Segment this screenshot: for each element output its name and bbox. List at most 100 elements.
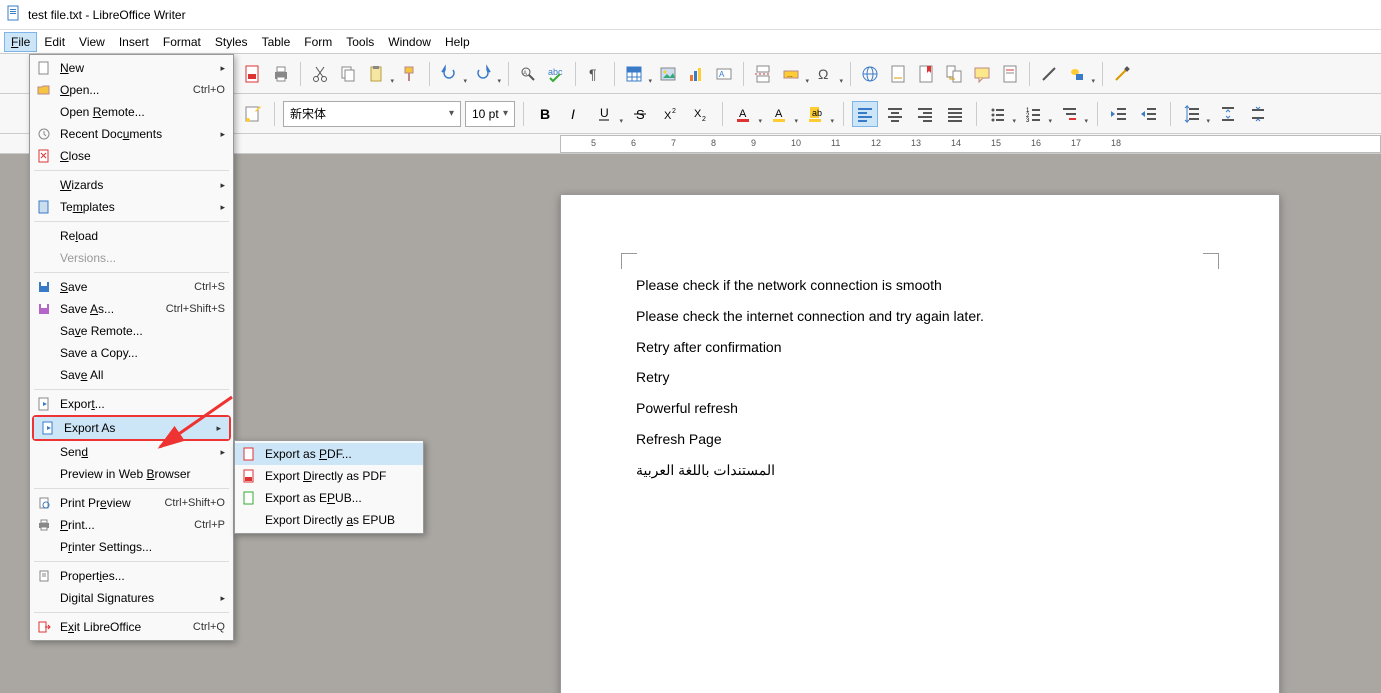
clone-formatting-icon[interactable]: [397, 61, 423, 87]
cut-icon[interactable]: [307, 61, 333, 87]
align-right-icon[interactable]: [912, 101, 938, 127]
menu-save-all[interactable]: Save All: [30, 364, 233, 386]
menu-save[interactable]: SaveCtrl+S: [30, 276, 233, 298]
track-changes-icon[interactable]: [997, 61, 1023, 87]
menu-table[interactable]: Table: [255, 32, 298, 52]
text-line[interactable]: Refresh Page: [636, 424, 1204, 455]
submenu-export-epub[interactable]: Export as EPUB...: [235, 487, 423, 509]
menu-reload[interactable]: Reload: [30, 225, 233, 247]
menu-versions[interactable]: Versions...: [30, 247, 233, 269]
menu-save-as[interactable]: Save As...Ctrl+Shift+S: [30, 298, 233, 320]
menu-close[interactable]: Close: [30, 145, 233, 167]
align-left-icon[interactable]: [852, 101, 878, 127]
font-name-combo[interactable]: 新宋体: [283, 101, 461, 127]
submenu-export-epub-direct[interactable]: Export Directly as EPUB: [235, 509, 423, 531]
footnote-icon[interactable]: [885, 61, 911, 87]
text-line-rtl[interactable]: المستندات باللغة العربية: [636, 455, 1204, 486]
paste-icon[interactable]: [363, 61, 389, 87]
insert-image-icon[interactable]: [655, 61, 681, 87]
menu-save-remote[interactable]: Save Remote...: [30, 320, 233, 342]
align-center-icon[interactable]: [882, 101, 908, 127]
bookmark-icon[interactable]: [913, 61, 939, 87]
undo-icon[interactable]: [436, 61, 462, 87]
menu-properties[interactable]: Properties...: [30, 565, 233, 587]
menu-open[interactable]: Open...Ctrl+O: [30, 79, 233, 101]
line-spacing-icon[interactable]: [1179, 101, 1205, 127]
text-line[interactable]: Powerful refresh: [636, 393, 1204, 424]
italic-icon[interactable]: I: [562, 101, 588, 127]
menu-open-remote[interactable]: Open Remote...: [30, 101, 233, 123]
menu-printer-settings[interactable]: Printer Settings...: [30, 536, 233, 558]
page-content[interactable]: Please check if the network connection i…: [561, 195, 1279, 561]
menu-tools[interactable]: Tools: [339, 32, 381, 52]
menu-wizards[interactable]: Wizards▸: [30, 174, 233, 196]
menu-export-as[interactable]: Export As▸: [34, 417, 229, 439]
menu-styles[interactable]: Styles: [208, 32, 255, 52]
menu-format[interactable]: Format: [156, 32, 208, 52]
redo-icon[interactable]: [470, 61, 496, 87]
menu-recent[interactable]: Recent Documents▸: [30, 123, 233, 145]
spellcheck-icon[interactable]: abc: [543, 61, 569, 87]
menu-view[interactable]: View: [72, 32, 112, 52]
insert-field-icon[interactable]: ...: [778, 61, 804, 87]
bold-icon[interactable]: B: [532, 101, 558, 127]
menu-new[interactable]: New▸: [30, 57, 233, 79]
draw-functions-icon[interactable]: [1109, 61, 1135, 87]
menu-print[interactable]: Print...Ctrl+P: [30, 514, 233, 536]
strikethrough-icon[interactable]: S: [628, 101, 654, 127]
menu-insert[interactable]: Insert: [112, 32, 156, 52]
cross-ref-icon[interactable]: [941, 61, 967, 87]
increase-spacing-icon[interactable]: [1215, 101, 1241, 127]
print-icon[interactable]: [268, 61, 294, 87]
menu-window[interactable]: Window: [381, 32, 438, 52]
char-highlight-icon[interactable]: ab: [803, 101, 829, 127]
pdf-export-icon[interactable]: [240, 61, 266, 87]
comment-icon[interactable]: [969, 61, 995, 87]
highlight-icon[interactable]: A: [767, 101, 793, 127]
menu-help[interactable]: Help: [438, 32, 477, 52]
copy-icon[interactable]: [335, 61, 361, 87]
font-size-combo[interactable]: 10 pt: [465, 101, 515, 127]
menu-print-preview[interactable]: Print PreviewCtrl+Shift+O: [30, 492, 233, 514]
page-break-icon[interactable]: [750, 61, 776, 87]
decrease-indent-icon[interactable]: [1136, 101, 1162, 127]
text-line[interactable]: Please check if the network connection i…: [636, 270, 1204, 301]
hyperlink-icon[interactable]: [857, 61, 883, 87]
new-style-icon[interactable]: [240, 101, 266, 127]
insert-textbox-icon[interactable]: A: [711, 61, 737, 87]
menu-file[interactable]: File: [4, 32, 37, 52]
submenu-export-pdf[interactable]: Export as PDF...: [235, 443, 423, 465]
text-line[interactable]: Please check the internet connection and…: [636, 301, 1204, 332]
text-line[interactable]: Retry: [636, 362, 1204, 393]
submenu-export-pdf-direct[interactable]: Export Directly as PDF: [235, 465, 423, 487]
formatting-marks-icon[interactable]: ¶: [582, 61, 608, 87]
menu-send[interactable]: Send▸: [30, 441, 233, 463]
text-line[interactable]: Retry after confirmation: [636, 332, 1204, 363]
line-icon[interactable]: [1036, 61, 1062, 87]
subscript-icon[interactable]: X2: [688, 101, 714, 127]
menu-form[interactable]: Form: [297, 32, 339, 52]
underline-icon[interactable]: U: [592, 101, 618, 127]
page[interactable]: Please check if the network connection i…: [560, 194, 1280, 693]
menu-digital-signatures[interactable]: Digital Signatures▸: [30, 587, 233, 609]
superscript-icon[interactable]: X2: [658, 101, 684, 127]
shapes-icon[interactable]: [1064, 61, 1090, 87]
find-replace-icon[interactable]: A: [515, 61, 541, 87]
menu-export[interactable]: Export...: [30, 393, 233, 415]
menu-preview-web[interactable]: Preview in Web Browser: [30, 463, 233, 485]
menu-exit[interactable]: Exit LibreOfficeCtrl+Q: [30, 616, 233, 638]
special-char-icon[interactable]: Ω: [812, 61, 838, 87]
menu-edit[interactable]: Edit: [37, 32, 72, 52]
bullet-list-icon[interactable]: [985, 101, 1011, 127]
number-list-icon[interactable]: 123: [1021, 101, 1047, 127]
decrease-spacing-icon[interactable]: [1245, 101, 1271, 127]
font-color-icon[interactable]: A: [731, 101, 757, 127]
ruler-scale[interactable]: 5 6 7 8 9 10 11 12 13 14 15 16 17 18: [560, 135, 1381, 153]
menu-templates[interactable]: Templates▸: [30, 196, 233, 218]
insert-chart-icon[interactable]: [683, 61, 709, 87]
increase-indent-icon[interactable]: [1106, 101, 1132, 127]
justify-icon[interactable]: [942, 101, 968, 127]
menu-save-copy[interactable]: Save a Copy...: [30, 342, 233, 364]
outline-list-icon[interactable]: [1057, 101, 1083, 127]
insert-table-icon[interactable]: [621, 61, 647, 87]
